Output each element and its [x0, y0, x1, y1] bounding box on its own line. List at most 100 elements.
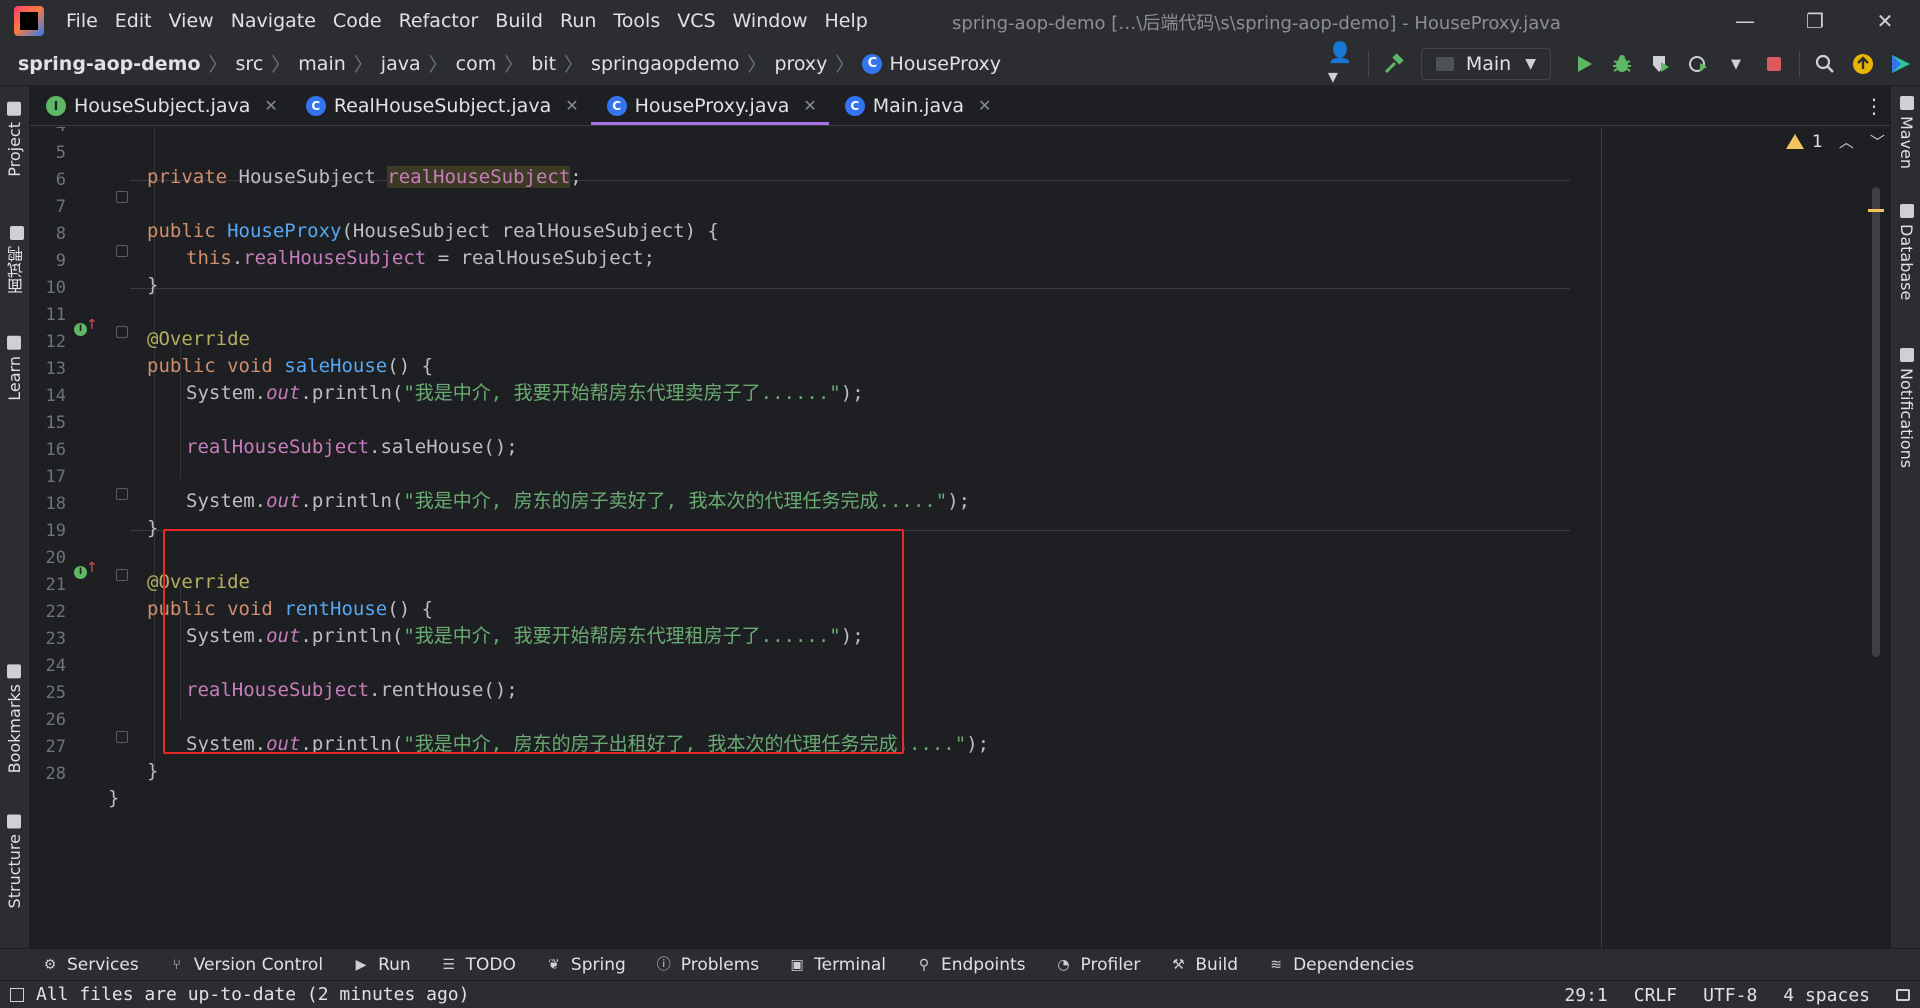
- menu-navigate[interactable]: Navigate: [231, 10, 316, 32]
- breadcrumb-separator-icon: 〉: [747, 54, 767, 76]
- menu-bar: File Edit View Navigate Code Refactor Bu…: [0, 0, 1920, 42]
- breadcrumb-separator-icon: 〉: [208, 54, 228, 76]
- menu-window[interactable]: Window: [733, 10, 808, 32]
- indent-setting[interactable]: 4 spaces: [1783, 985, 1870, 1006]
- coverage-icon[interactable]: [1645, 49, 1675, 79]
- breadcrumb-springaopdemo[interactable]: springaopdemo: [591, 53, 739, 75]
- notifications-tool-button[interactable]: Notifications: [1897, 348, 1916, 468]
- profiler-tool-button[interactable]: ◔ Profiler: [1056, 954, 1141, 975]
- menu-run[interactable]: Run: [560, 10, 596, 32]
- more-run-options-icon[interactable]: ▼: [1721, 49, 1751, 79]
- breadcrumb-main[interactable]: main: [298, 53, 345, 75]
- menu-edit[interactable]: Edit: [115, 10, 152, 32]
- inspection-widget[interactable]: 1 ︿ ﹀: [1786, 131, 1885, 152]
- tab-housesubject[interactable]: I HouseSubject.java ✕: [30, 86, 290, 125]
- terminal-tool-button[interactable]: ▣ Terminal: [789, 955, 886, 975]
- search-icon[interactable]: [1810, 49, 1840, 79]
- class-icon: C: [305, 95, 326, 116]
- left-tool-strip: Project 面试鸭 Learn Bookmarks Structure: [0, 86, 30, 948]
- menu-vcs[interactable]: VCS: [677, 10, 715, 32]
- run-icon[interactable]: [1569, 49, 1599, 79]
- intellij-logo-icon[interactable]: [14, 6, 44, 36]
- restore-button[interactable]: ❐: [1800, 6, 1830, 36]
- profile-icon[interactable]: [1683, 49, 1713, 79]
- vertical-scrollbar[interactable]: [1872, 187, 1880, 657]
- profiler-icon: ◔: [1057, 956, 1070, 973]
- endpoints-tool-button[interactable]: ⚲ Endpoints: [916, 955, 1026, 975]
- code-line: System.out.println("我是中介, 我要开始帮房东代理卖房子了.…: [30, 344, 1890, 404]
- profiler-label: Profiler: [1080, 954, 1141, 975]
- close-tab-icon[interactable]: ✕: [978, 96, 991, 115]
- more-tabs-icon[interactable]: ⋮: [1864, 94, 1884, 118]
- close-tab-icon[interactable]: ✕: [264, 96, 277, 115]
- breadcrumb-src[interactable]: src: [236, 53, 264, 75]
- learn-tool-button[interactable]: Learn: [5, 336, 24, 401]
- menu-tools[interactable]: Tools: [613, 10, 660, 32]
- endpoints-label: Endpoints: [941, 954, 1026, 975]
- problems-tool-button[interactable]: ⓘ Problems: [656, 955, 759, 975]
- line-separator[interactable]: CRLF: [1634, 985, 1677, 1006]
- build-tool-button[interactable]: ⚒ Build: [1170, 955, 1238, 975]
- maven-tool-button[interactable]: Maven: [1897, 96, 1916, 169]
- minimize-button[interactable]: —: [1730, 6, 1760, 36]
- caret-position[interactable]: 29:1: [1564, 985, 1607, 1006]
- duck-icon: [10, 226, 24, 240]
- breadcrumb-bit[interactable]: bit: [531, 53, 556, 75]
- breadcrumb-houseproxy[interactable]: HouseProxy: [889, 53, 1001, 75]
- hammer-icon: ⚒: [1172, 956, 1185, 973]
- menu-view[interactable]: View: [169, 10, 214, 32]
- toolbar-divider: [1799, 51, 1800, 77]
- tab-label: HouseSubject.java: [74, 94, 251, 117]
- breadcrumb-java[interactable]: java: [381, 53, 421, 75]
- services-tool-button[interactable]: ⚙ Services: [42, 955, 139, 975]
- problems-label: Problems: [680, 954, 760, 975]
- breadcrumb-com[interactable]: com: [456, 53, 497, 75]
- structure-tool-button[interactable]: Structure: [5, 814, 24, 908]
- mianshiya-tool-button[interactable]: 面试鸭: [5, 226, 29, 294]
- project-tool-button[interactable]: Project: [5, 102, 24, 177]
- bookmark-icon: [7, 664, 22, 678]
- update-icon[interactable]: [1848, 49, 1878, 79]
- menu-help[interactable]: Help: [824, 10, 867, 32]
- close-tab-icon[interactable]: ✕: [803, 96, 816, 115]
- user-icon[interactable]: 👤▾: [1328, 40, 1358, 88]
- build-hammer-icon[interactable]: [1379, 49, 1409, 79]
- class-icon: C: [606, 95, 627, 116]
- file-encoding[interactable]: UTF-8: [1703, 985, 1757, 1006]
- chevron-up-icon[interactable]: ︿: [1839, 131, 1854, 152]
- stop-icon[interactable]: [1759, 49, 1789, 79]
- close-window-button[interactable]: ✕: [1870, 6, 1900, 36]
- breadcrumb-proxy[interactable]: proxy: [774, 53, 827, 75]
- toolbar-divider: [1367, 51, 1369, 77]
- status-message[interactable]: All files are up-to-date (2 minutes ago): [10, 984, 469, 1005]
- menu-build[interactable]: Build: [495, 10, 543, 32]
- tool-windows-toggle-icon[interactable]: [10, 987, 24, 1002]
- database-tool-button[interactable]: Database: [1897, 204, 1916, 300]
- menu-file[interactable]: File: [66, 10, 98, 32]
- menu-refactor[interactable]: Refactor: [399, 10, 479, 32]
- code-line: }: [30, 236, 1890, 296]
- menu-code[interactable]: Code: [333, 10, 382, 32]
- version-control-tool-button[interactable]: ⑂ Version Control: [169, 955, 323, 975]
- run-configuration-select[interactable]: Main ▼: [1420, 48, 1551, 80]
- tab-houseproxy[interactable]: C HouseProxy.java ✕: [590, 86, 829, 125]
- chevron-down-icon[interactable]: ﹀: [1870, 131, 1885, 152]
- plugin-icon[interactable]: [1886, 49, 1916, 79]
- scrollbar-warning-marker[interactable]: [1868, 209, 1884, 212]
- lock-icon[interactable]: [1896, 989, 1910, 1001]
- spring-tool-button[interactable]: ❦ Spring: [546, 955, 626, 975]
- todo-tool-button[interactable]: ☰ TODO: [441, 955, 516, 975]
- editor-tabs: I HouseSubject.java ✕ C RealHouseSubject…: [30, 86, 1890, 126]
- debug-icon[interactable]: [1607, 49, 1637, 79]
- code-editor[interactable]: 4 5 6 7 8 9 10 11 12 13 14 15 16 17 18 1…: [30, 127, 1890, 948]
- bookmarks-tool-button[interactable]: Bookmarks: [5, 664, 24, 773]
- close-tab-icon[interactable]: ✕: [565, 96, 578, 115]
- run-tool-button[interactable]: ▶ Run: [353, 955, 411, 975]
- breadcrumb-project[interactable]: spring-aop-demo: [18, 53, 201, 75]
- tab-realhousesubject[interactable]: C RealHouseSubject.java ✕: [290, 86, 591, 125]
- breadcrumb-separator-icon: 〉: [428, 54, 448, 76]
- bookmarks-tool-label: Bookmarks: [5, 684, 24, 774]
- dependencies-tool-button[interactable]: ≋ Dependencies: [1268, 955, 1414, 975]
- build-label: Build: [1195, 954, 1239, 975]
- tab-main[interactable]: C Main.java ✕: [829, 86, 1004, 125]
